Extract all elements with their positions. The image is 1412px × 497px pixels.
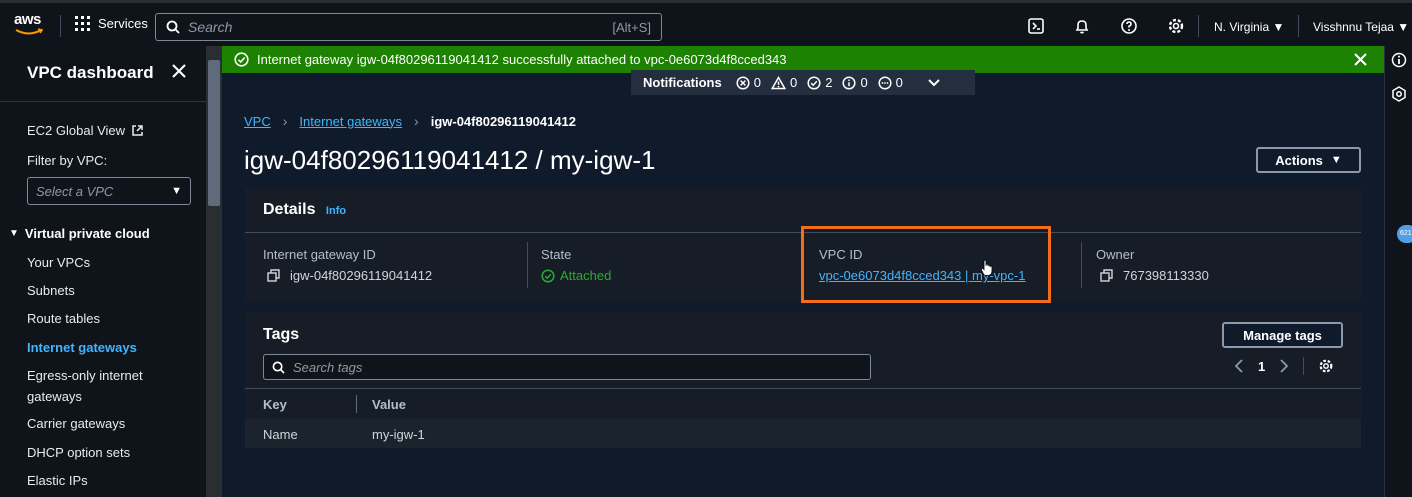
- filter-by-vpc-label: Filter by VPC:: [27, 153, 108, 168]
- tag-search-input[interactable]: Search tags: [263, 354, 871, 380]
- column-header-key[interactable]: Key: [263, 397, 287, 412]
- success-count: 2: [807, 75, 832, 90]
- owner-value: 767398113330: [1100, 268, 1209, 283]
- sidebar-item-internet-gateways[interactable]: Internet gateways: [27, 340, 137, 355]
- chevron-down-icon[interactable]: [927, 78, 941, 88]
- error-count: 0: [736, 75, 761, 90]
- gear-icon[interactable]: [1318, 358, 1334, 374]
- copy-icon[interactable]: [267, 269, 280, 282]
- global-search-input[interactable]: Search [Alt+S]: [155, 13, 662, 41]
- sidebar-item-elastic-ips[interactable]: Elastic IPs: [27, 473, 88, 488]
- breadcrumb-vpc[interactable]: VPC: [244, 114, 271, 129]
- sidebar-item-egress-only-internet-gateways-line2[interactable]: gateways: [27, 389, 82, 404]
- hexagon-icon[interactable]: [1391, 86, 1407, 102]
- notification-badge[interactable]: 621: [1397, 225, 1412, 243]
- hand-cursor-icon: [980, 259, 993, 276]
- igw-id-label: Internet gateway ID: [263, 247, 376, 262]
- state-value: Attached: [541, 268, 611, 283]
- breadcrumb-internet-gateways[interactable]: Internet gateways: [299, 114, 402, 129]
- sidebar-item-egress-only-internet-gateways[interactable]: Egress-only internet: [27, 368, 143, 383]
- scrollbar-thumb[interactable]: [208, 60, 220, 206]
- in-progress-icon: [878, 75, 892, 90]
- sidebar-item-your-vpcs[interactable]: Your VPCs: [27, 255, 90, 270]
- check-circle-icon: [234, 52, 249, 67]
- info-count: 0: [842, 75, 868, 90]
- breadcrumb: VPC › Internet gateways › igw-04f8029611…: [244, 113, 576, 129]
- sidebar-scrollbar[interactable]: [206, 46, 222, 497]
- help-icon[interactable]: [1120, 17, 1138, 35]
- chevron-right-icon: ›: [282, 113, 288, 129]
- check-circle-icon: [541, 268, 555, 283]
- search-shortcut: [Alt+S]: [612, 19, 651, 35]
- sidebar-item-route-tables[interactable]: Route tables: [27, 311, 100, 326]
- region-selector[interactable]: N. Virginia ▼: [1214, 20, 1284, 34]
- copy-icon[interactable]: [1100, 269, 1113, 282]
- tag-value-cell: my-igw-1: [372, 427, 425, 442]
- services-menu[interactable]: Services: [75, 16, 148, 31]
- aws-logo[interactable]: aws: [14, 11, 46, 39]
- sidebar: VPC dashboard EC2 Global View Filter by …: [0, 46, 206, 497]
- in-progress-count: 0: [878, 75, 903, 90]
- state-label: State: [541, 247, 572, 262]
- close-icon[interactable]: [171, 63, 187, 79]
- chevron-right-icon[interactable]: [1279, 359, 1289, 373]
- caret-down-icon: ▼: [9, 228, 19, 239]
- sidebar-item-carrier-gateways[interactable]: Carrier gateways: [27, 416, 125, 431]
- check-circle-icon: [807, 75, 821, 90]
- services-label: Services: [98, 16, 148, 31]
- page-title: igw-04f80296119041412 / my-igw-1: [244, 145, 656, 175]
- aws-smile-icon: [15, 28, 43, 35]
- info-link[interactable]: Info: [326, 205, 346, 217]
- pagination: 1: [1234, 357, 1334, 375]
- caret-down-icon: ▼: [171, 185, 182, 197]
- cloudshell-icon[interactable]: [1027, 17, 1045, 35]
- caret-down-icon: ▼: [1397, 20, 1410, 34]
- notifications-bar[interactable]: Notifications 0 0 2 0 0: [631, 70, 975, 95]
- search-placeholder: Search: [188, 19, 233, 35]
- caret-down-icon: ▼: [1330, 154, 1342, 166]
- breadcrumb-current: igw-04f80296119041412: [430, 113, 576, 129]
- chevron-right-icon: ›: [414, 113, 419, 129]
- chevron-left-icon[interactable]: [1234, 359, 1244, 373]
- search-icon: [272, 361, 285, 374]
- caret-down-icon: ▼: [1272, 20, 1285, 34]
- igw-id-value: igw-04f80296119041412: [267, 268, 432, 283]
- sidebar-item-subnets[interactable]: Subnets: [27, 283, 75, 298]
- manage-tags-button[interactable]: Manage tags: [1222, 322, 1343, 348]
- error-icon: [736, 75, 750, 90]
- info-panel-icon[interactable]: [1391, 52, 1407, 68]
- vpc-id-highlight-box: [801, 226, 1051, 303]
- tags-heading: Tags: [263, 326, 300, 343]
- success-flash-banner: Internet gateway igw-04f80296119041412 s…: [222, 46, 1384, 73]
- account-menu[interactable]: Visshnnu Tejaa ▼: [1313, 20, 1409, 34]
- bell-icon[interactable]: [1073, 17, 1091, 35]
- info-icon: [842, 75, 856, 90]
- gear-icon[interactable]: [1167, 17, 1185, 35]
- right-utility-rail: [1384, 46, 1412, 497]
- close-icon[interactable]: [1353, 52, 1368, 67]
- sidebar-section-virtual-private-cloud[interactable]: ▼ Virtual private cloud: [9, 226, 150, 241]
- vpc-filter-select[interactable]: Select a VPC ▼: [27, 177, 191, 205]
- search-icon: [166, 20, 180, 34]
- actions-button[interactable]: Actions ▼: [1256, 147, 1361, 173]
- tag-key-cell: Name: [263, 427, 298, 442]
- owner-label: Owner: [1096, 247, 1135, 262]
- flash-message: Internet gateway igw-04f80296119041412 s…: [257, 52, 787, 67]
- grid-icon: [75, 16, 90, 31]
- top-navigation: aws Services Search [Alt+S] N. Virginia …: [0, 0, 1412, 46]
- details-heading: Details: [263, 201, 316, 218]
- sidebar-title[interactable]: VPC dashboard: [27, 63, 154, 83]
- current-page[interactable]: 1: [1258, 359, 1265, 374]
- warning-icon: [770, 75, 786, 89]
- column-header-value[interactable]: Value: [372, 397, 406, 412]
- external-link-icon: [132, 125, 143, 136]
- notifications-label: Notifications: [643, 75, 722, 90]
- sidebar-item-dhcp-option-sets[interactable]: DHCP option sets: [27, 445, 130, 460]
- sidebar-item-ec2-global-view[interactable]: EC2 Global View: [27, 123, 144, 138]
- warning-count: 0: [770, 75, 797, 90]
- status-attached: Attached: [541, 268, 611, 283]
